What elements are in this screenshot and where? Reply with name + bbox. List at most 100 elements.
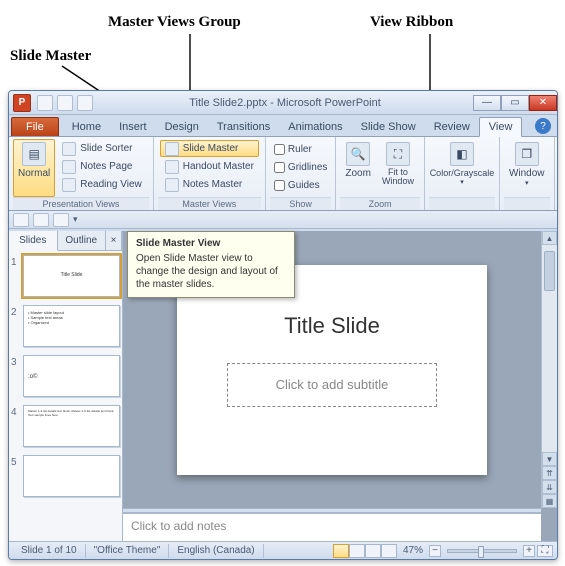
tooltip-title: Slide Master View bbox=[136, 238, 286, 249]
annotation-master-views-group: Master Views Group bbox=[108, 14, 241, 31]
notes-master-icon bbox=[165, 178, 179, 192]
thumb-3[interactable]: 3:o© bbox=[11, 355, 120, 397]
close-button[interactable]: ✕ bbox=[529, 95, 557, 111]
handout-master-icon bbox=[165, 160, 179, 174]
fit-to-window-status-icon[interactable]: ⛶ bbox=[537, 545, 553, 557]
slide-master-label: Slide Master bbox=[183, 143, 239, 154]
group-show: Ruler Gridlines Guides Show bbox=[266, 137, 336, 210]
tab-review[interactable]: Review bbox=[425, 118, 479, 136]
thumb-2[interactable]: 2• Master slide layout • Sample text are… bbox=[11, 305, 120, 347]
tab-home[interactable]: Home bbox=[63, 118, 110, 136]
color-grayscale-icon: ◧ bbox=[450, 142, 474, 166]
reading-view-button[interactable]: Reading View bbox=[57, 176, 147, 193]
sec-overflow-icon[interactable]: ▾ bbox=[73, 214, 78, 225]
tab-design[interactable]: Design bbox=[156, 118, 208, 136]
color-grayscale-label: Color/Grayscale bbox=[430, 168, 495, 178]
slide-sorter-label: Slide Sorter bbox=[80, 143, 132, 154]
thumb-1[interactable]: 1Title Slide bbox=[11, 255, 120, 297]
status-slideshow-view-icon[interactable] bbox=[381, 544, 397, 558]
annotation-slide-master: Slide Master bbox=[10, 48, 91, 65]
thumb-5[interactable]: 5 bbox=[11, 455, 120, 497]
tab-transitions[interactable]: Transitions bbox=[208, 118, 279, 136]
tooltip-body: Open Slide Master view to change the des… bbox=[136, 252, 286, 291]
zoom-slider-thumb[interactable] bbox=[478, 546, 484, 558]
quick-access-toolbar bbox=[37, 95, 93, 111]
slide-master-button[interactable]: Slide Master bbox=[160, 140, 259, 157]
pane-tab-slides[interactable]: Slides bbox=[9, 231, 58, 251]
notes-pane[interactable]: Click to add notes bbox=[123, 513, 541, 541]
window-icon: ❐ bbox=[515, 142, 539, 166]
tab-slideshow[interactable]: Slide Show bbox=[352, 118, 425, 136]
minimize-button[interactable]: — bbox=[473, 95, 501, 111]
gridlines-checkbox[interactable]: Gridlines bbox=[272, 159, 329, 176]
tab-view[interactable]: View bbox=[479, 117, 523, 137]
slide-master-tooltip: Slide Master View Open Slide Master view… bbox=[127, 231, 295, 298]
zoom-button[interactable]: 🔍Zoom bbox=[340, 139, 376, 197]
notes-page-button[interactable]: Notes Page bbox=[57, 158, 147, 175]
group-master-views: Slide Master Handout Master Notes Master… bbox=[154, 137, 266, 210]
ruler-label: Ruler bbox=[288, 144, 312, 155]
status-zoom-value: 47% bbox=[399, 545, 427, 556]
status-reading-view-icon[interactable] bbox=[365, 544, 381, 558]
tab-animations[interactable]: Animations bbox=[279, 118, 351, 136]
group-master-views-label: Master Views bbox=[158, 197, 261, 210]
reading-view-icon bbox=[62, 178, 76, 192]
status-sorter-view-icon[interactable] bbox=[349, 544, 365, 558]
handout-master-button[interactable]: Handout Master bbox=[160, 158, 259, 175]
slide-sorter-icon bbox=[62, 142, 76, 156]
zoom-slider[interactable] bbox=[447, 549, 517, 553]
prev-slide-icon[interactable]: ⇈ bbox=[542, 466, 557, 480]
status-slide-count: Slide 1 of 10 bbox=[13, 544, 86, 558]
maximize-button[interactable]: ▭ bbox=[501, 95, 529, 111]
thumbnails-list: 1Title Slide 2• Master slide layout • Sa… bbox=[9, 251, 122, 541]
scroll-down-icon[interactable]: ▼ bbox=[542, 452, 557, 466]
sec-undo-icon[interactable] bbox=[33, 213, 49, 227]
qat-save-icon[interactable] bbox=[37, 95, 53, 111]
status-normal-view-icon[interactable] bbox=[333, 544, 349, 558]
group-color-grayscale-label bbox=[429, 197, 495, 210]
group-zoom: 🔍Zoom ⛶Fit to Window Zoom bbox=[336, 137, 425, 210]
status-language[interactable]: English (Canada) bbox=[169, 544, 263, 558]
tab-file[interactable]: File bbox=[11, 117, 59, 136]
color-grayscale-button[interactable]: ◧Color/Grayscale▾ bbox=[429, 139, 495, 197]
guides-checkbox[interactable]: Guides bbox=[272, 177, 329, 194]
handout-master-label: Handout Master bbox=[183, 161, 254, 172]
notes-master-button[interactable]: Notes Master bbox=[160, 176, 259, 193]
ruler-checkbox[interactable]: Ruler bbox=[272, 141, 329, 158]
notes-page-label: Notes Page bbox=[80, 161, 132, 172]
fit-window-button[interactable]: ⛶Fit to Window bbox=[376, 139, 420, 197]
scroll-up-icon[interactable]: ▲ bbox=[542, 231, 557, 245]
next-slide-icon[interactable]: ⇊ bbox=[542, 480, 557, 494]
qat-undo-icon[interactable] bbox=[57, 95, 73, 111]
ribbon-tabs: File Home Insert Design Transitions Anim… bbox=[9, 115, 557, 137]
zoom-icon: 🔍 bbox=[346, 142, 370, 166]
notes-master-label: Notes Master bbox=[183, 179, 242, 190]
pane-close-button[interactable]: × bbox=[106, 231, 122, 250]
sec-save-icon[interactable] bbox=[13, 213, 29, 227]
qat-redo-icon[interactable] bbox=[77, 95, 93, 111]
help-icon[interactable]: ? bbox=[535, 118, 551, 134]
normal-view-button[interactable]: ▤ Normal bbox=[13, 139, 55, 197]
slide-sorter-button[interactable]: Slide Sorter bbox=[57, 140, 147, 157]
sec-redo-icon[interactable] bbox=[53, 213, 69, 227]
ribbon-view: ▤ Normal Slide Sorter Notes Page Reading… bbox=[9, 137, 557, 211]
window-button[interactable]: ❐Window▾ bbox=[504, 139, 550, 197]
window-label: Window bbox=[509, 168, 545, 179]
tab-insert[interactable]: Insert bbox=[110, 118, 156, 136]
thumb-4[interactable]: 4Master 1-9 list details text block. Mas… bbox=[11, 405, 120, 447]
group-show-label: Show bbox=[270, 197, 331, 210]
group-window: ❐Window▾ bbox=[500, 137, 555, 210]
group-macros: ⌘Macros Macros bbox=[555, 137, 558, 210]
pane-tab-outline[interactable]: Outline bbox=[58, 231, 107, 250]
slide-title[interactable]: Title Slide bbox=[284, 313, 380, 339]
zoom-out-button[interactable]: − bbox=[429, 545, 441, 557]
slide-subtitle-placeholder[interactable]: Click to add subtitle bbox=[227, 363, 437, 407]
status-bar: Slide 1 of 10 "Office Theme" English (Ca… bbox=[9, 541, 557, 559]
fit-window-icon: ⛶ bbox=[386, 142, 410, 166]
zoom-in-button[interactable]: + bbox=[523, 545, 535, 557]
vertical-scrollbar[interactable]: ▲ ▼ ⇈ ⇊ ▦ bbox=[541, 231, 557, 508]
status-view-buttons bbox=[333, 544, 397, 558]
secondary-toolbar: ▾ bbox=[9, 211, 557, 229]
scroll-thumb[interactable] bbox=[544, 251, 555, 291]
slide-nav-icon[interactable]: ▦ bbox=[542, 494, 557, 508]
